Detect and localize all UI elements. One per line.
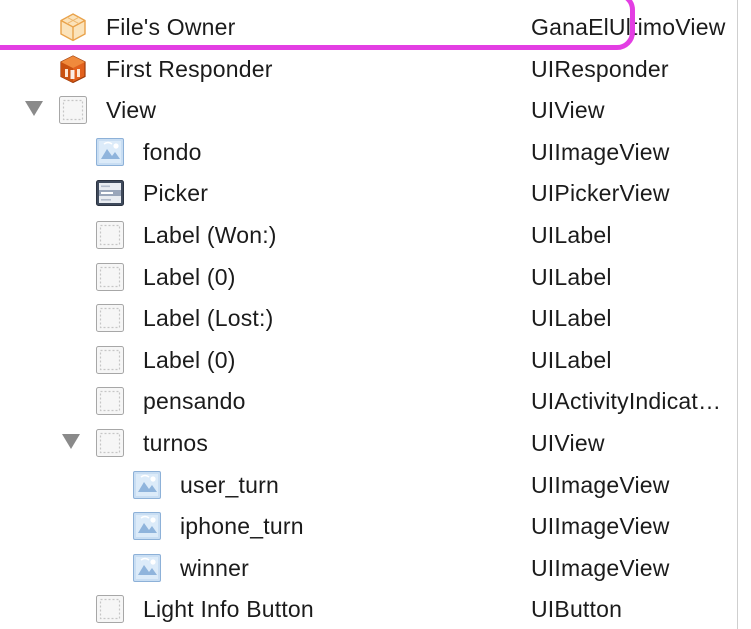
outline-item-type: UILabel	[531, 305, 612, 332]
view-icon	[95, 428, 125, 458]
outline-row[interactable]: Light Info Button UIButton	[0, 588, 738, 629]
outline-item-type: UIImageView	[531, 513, 670, 540]
outline-row[interactable]: First Responder UIResponder	[0, 48, 738, 90]
outline-item-name[interactable]: iphone_turn	[180, 512, 304, 540]
outline-item-name[interactable]: user_turn	[180, 471, 279, 499]
outline-item-type: UIPickerView	[531, 180, 670, 207]
view-icon	[95, 220, 125, 250]
outline-item-type: UILabel	[531, 346, 612, 373]
outline-item-name[interactable]: pensando	[143, 387, 246, 415]
outline-item-type: UIImageView	[531, 138, 670, 165]
disclosure-triangle-icon[interactable]	[25, 101, 43, 117]
view-icon	[95, 262, 125, 292]
outline-row[interactable]: fondo UIImageView	[0, 131, 738, 173]
outline-row[interactable]: turnos UIView	[0, 422, 738, 464]
outline-row[interactable]: pensando UIActivityIndicat…	[0, 380, 738, 422]
outline-item-type: UILabel	[531, 222, 612, 248]
outline-row[interactable]: Label (0) UILabel	[0, 256, 738, 298]
outline-item-type: UIResponder	[531, 55, 669, 82]
disclosure-triangle-icon[interactable]	[62, 434, 80, 449]
outline-item-type: UIButton	[531, 596, 623, 623]
view-icon	[95, 303, 125, 333]
outline-item-type: UIActivityIndicat…	[531, 388, 722, 415]
outline-row[interactable]: user_turn UIImageView	[0, 464, 738, 506]
image-view-icon	[132, 553, 162, 583]
outline-item-type: UIView	[531, 430, 605, 456]
outline-row[interactable]: Picker UIPickerView	[0, 172, 738, 214]
outline-row[interactable]: iphone_turn UIImageView	[0, 505, 738, 547]
outline-item-type: UIView	[531, 97, 605, 124]
first-responder-icon	[58, 54, 88, 84]
view-icon	[58, 95, 88, 125]
outline-row[interactable]: Label (0) UILabel	[0, 339, 738, 381]
outline-item-name[interactable]: Label (Won:)	[143, 221, 277, 249]
outline-row[interactable]: Label (Lost:) UILabel	[0, 297, 738, 339]
outline-item-name[interactable]: turnos	[143, 429, 208, 457]
view-icon	[95, 386, 125, 416]
outline-item-name[interactable]: Light Info Button	[143, 595, 314, 623]
outline-item-name[interactable]: winner	[180, 554, 249, 582]
outline-item-name[interactable]: View	[106, 96, 156, 124]
outline-item-type: UIImageView	[531, 554, 670, 581]
outline-item-name[interactable]: First Responder	[106, 55, 273, 83]
picker-view-icon	[95, 178, 125, 208]
outline-item-name[interactable]: Label (Lost:)	[143, 304, 273, 332]
view-icon	[95, 345, 125, 375]
outline-row[interactable]: File's Owner GanaElUltimoView	[0, 0, 738, 50]
outline-item-type: UIImageView	[531, 471, 670, 498]
image-view-icon	[132, 511, 162, 541]
image-view-icon	[132, 470, 162, 500]
highlight-annotation-box	[0, 0, 635, 50]
outline-item-name[interactable]: Label (0)	[143, 263, 236, 291]
image-view-icon	[95, 137, 125, 167]
outline-row[interactable]: Label (Won:) UILabel	[0, 214, 738, 256]
outline-row[interactable]: winner UIImageView	[0, 547, 738, 589]
document-outline: File's Owner GanaElUltimoView First Respo…	[0, 0, 751, 629]
outline-row[interactable]: View UIView	[0, 89, 738, 131]
view-icon	[95, 594, 125, 624]
outline-item-name[interactable]: Picker	[143, 179, 208, 207]
outline-item-name[interactable]: fondo	[143, 138, 202, 166]
outline-item-name[interactable]: Label (0)	[143, 346, 236, 374]
outline-item-type: UILabel	[531, 263, 612, 290]
